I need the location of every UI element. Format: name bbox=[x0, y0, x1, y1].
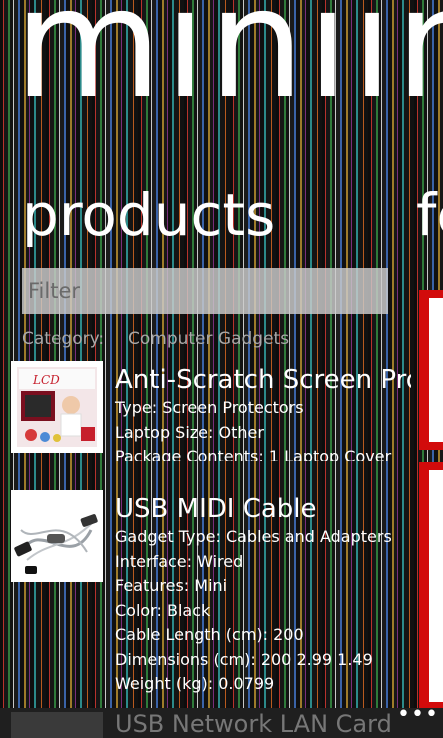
product-attribute: Features: Mini bbox=[115, 576, 228, 595]
product-title: Anti-Scratch Screen Pro bbox=[115, 365, 411, 395]
product-attribute: Package Contents: 1 Laptop Cover bbox=[115, 447, 392, 461]
product-info: USB MIDI Cable Gadget Type: Cables and A… bbox=[115, 490, 411, 697]
product-thumbnail: LCD bbox=[11, 361, 103, 453]
panorama-title: miniin bbox=[14, 0, 443, 132]
app-bar: USB Network LAN Card ••• bbox=[0, 704, 443, 738]
product-title: USB MIDI Cable bbox=[115, 494, 317, 524]
product-attribute: Laptop Size: Other bbox=[115, 422, 264, 442]
product-attribute: Dimensions (cm): 200 2.99 1.49 bbox=[115, 649, 373, 669]
next-section-tile[interactable] bbox=[419, 290, 443, 450]
product-thumbnail bbox=[11, 712, 103, 738]
category-value: Computer Gadgets bbox=[128, 329, 290, 349]
screen-protector-image: LCD bbox=[11, 361, 103, 453]
product-title-peek[interactable]: USB Network LAN Card bbox=[115, 710, 392, 738]
filter-input[interactable] bbox=[22, 268, 388, 314]
next-section-title[interactable]: fe bbox=[416, 186, 443, 244]
product-thumbnail bbox=[11, 490, 103, 582]
usb-cable-image bbox=[11, 490, 103, 582]
product-attribute: Color: Black bbox=[115, 600, 211, 620]
product-attribute: Gadget Type: Cables and Adapters bbox=[115, 527, 392, 546]
product-item[interactable]: LCD Anti-Scratch Screen Pro Type: Screen… bbox=[11, 361, 411, 461]
section-title-products[interactable]: products bbox=[22, 186, 275, 244]
next-section-tile[interactable] bbox=[419, 462, 443, 710]
panorama-screen: miniin products fe Category: Computer Ga… bbox=[0, 0, 443, 738]
product-attribute: Interface: Wired bbox=[115, 551, 244, 571]
product-info: Anti-Scratch Screen Pro Type: Screen Pro… bbox=[115, 361, 411, 461]
product-attribute: Weight (kg): 0.0799 bbox=[115, 674, 275, 693]
category-row[interactable]: Category: Computer Gadgets bbox=[22, 329, 289, 349]
category-label: Category: bbox=[22, 329, 105, 349]
product-attribute: Type: Screen Protectors bbox=[115, 398, 304, 417]
more-options-button[interactable]: ••• bbox=[397, 704, 438, 730]
product-item[interactable]: USB MIDI Cable Gadget Type: Cables and A… bbox=[11, 490, 411, 705]
svg-text:LCD: LCD bbox=[32, 373, 60, 387]
product-attribute: Cable Length (cm): 200 bbox=[115, 625, 304, 644]
